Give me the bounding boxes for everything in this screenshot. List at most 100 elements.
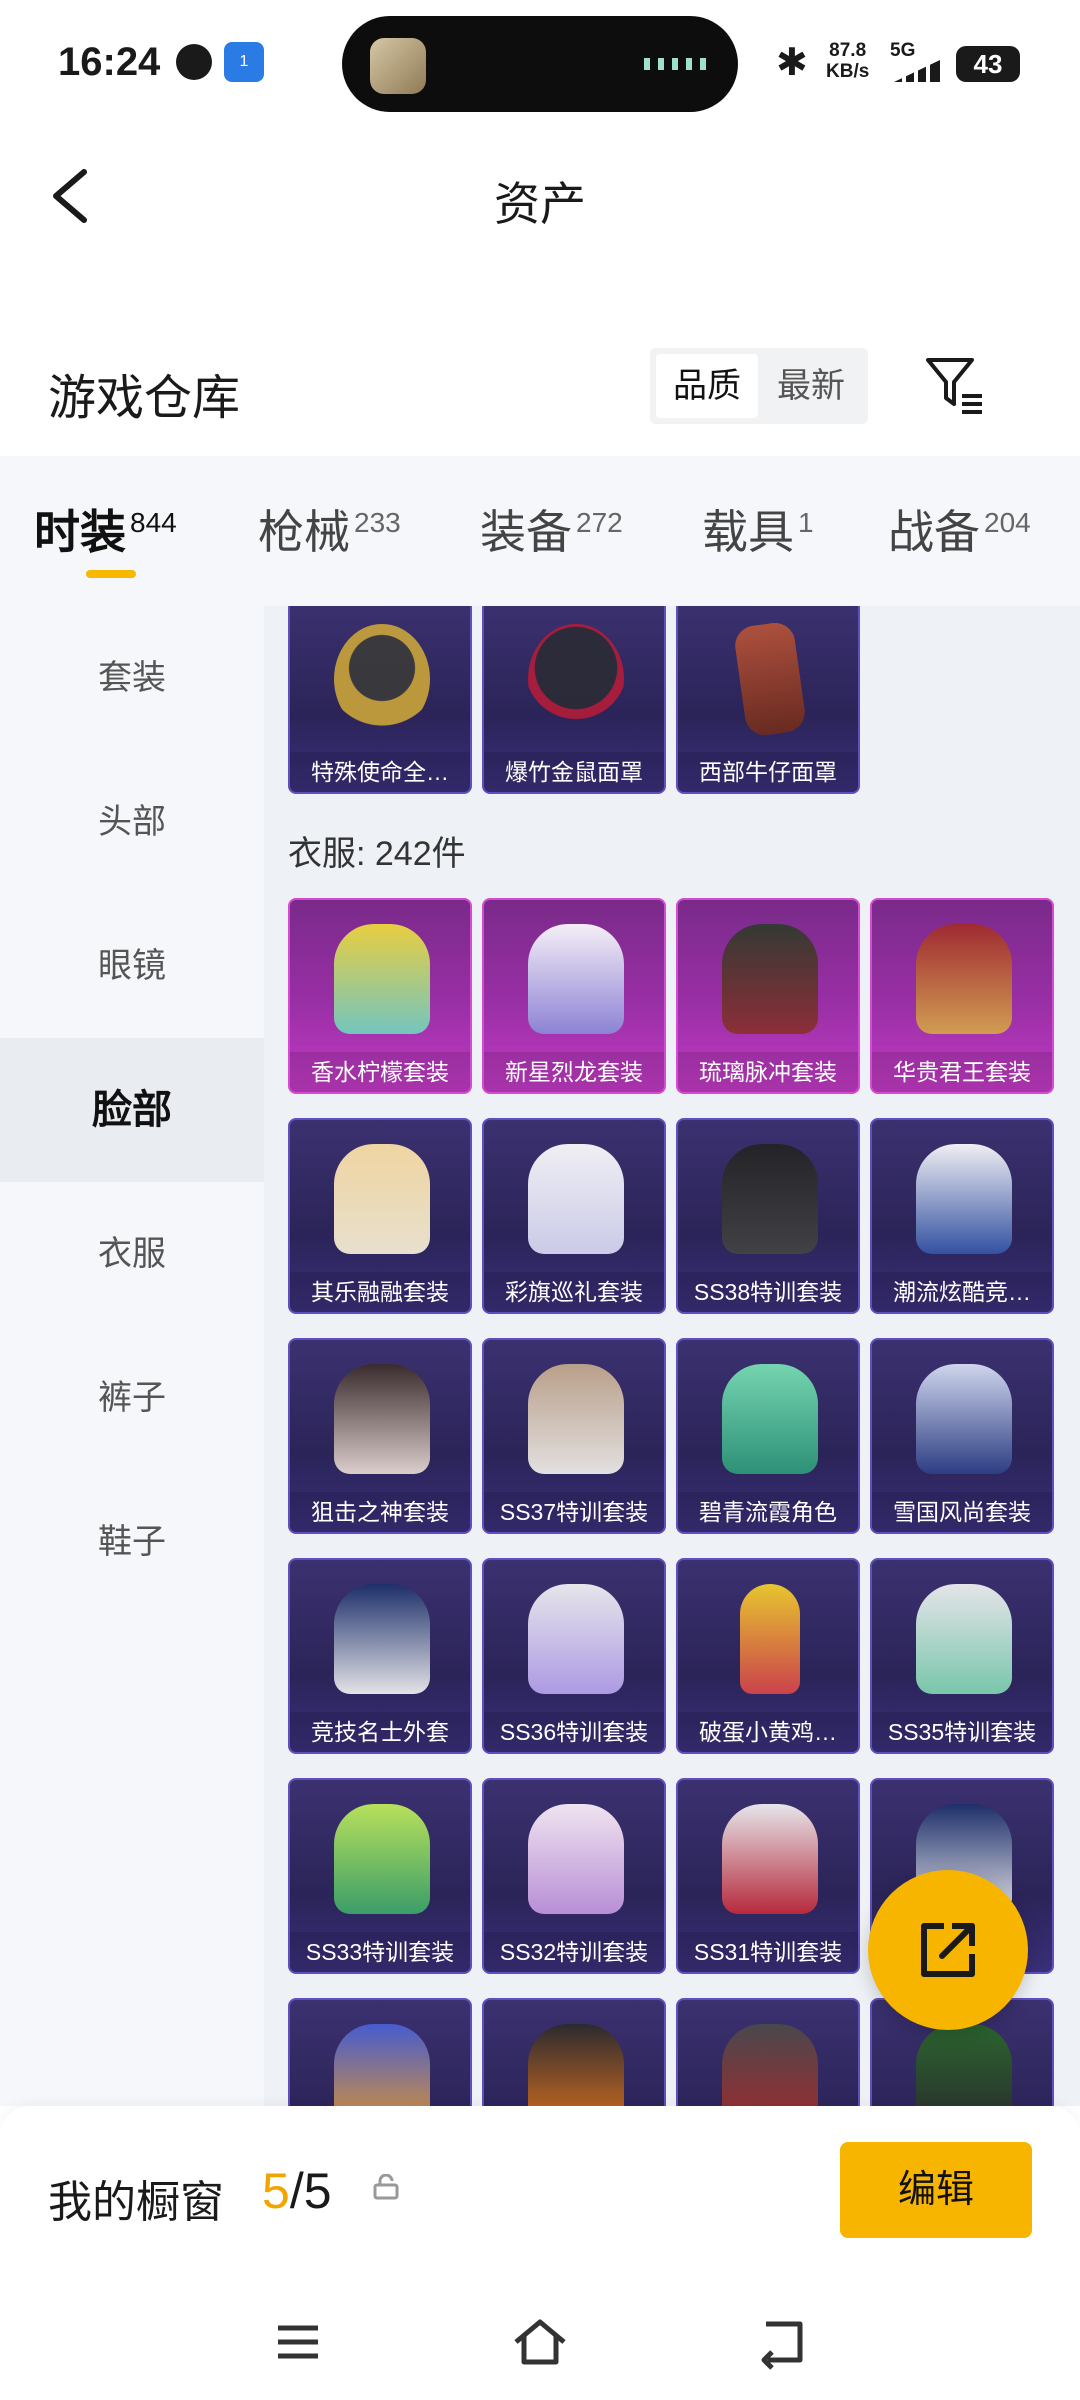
item-image <box>334 624 430 734</box>
category-tabs: 时装 844 枪械 233 装备 272 载具 1 战备 204 <box>0 456 1080 606</box>
sort-latest[interactable]: 最新 <box>760 354 862 418</box>
item-name: 华贵君王套装 <box>872 1052 1052 1092</box>
battery-indicator: 43 <box>956 46 1020 82</box>
sort-quality[interactable]: 品质 <box>656 354 758 418</box>
item-image <box>334 1584 430 1694</box>
clothing-item-card[interactable]: 琉璃脉冲套装 <box>676 898 860 1094</box>
sidebar-item-sets[interactable]: 套装 <box>0 606 264 750</box>
clothing-item-card[interactable]: 竞技名士外套 <box>288 1558 472 1754</box>
item-image <box>528 2024 624 2106</box>
network-type: 5G <box>890 40 916 61</box>
face-item-card[interactable]: 西部牛仔面罩 <box>676 606 860 794</box>
clothing-item-card[interactable]: 破蛋小黄鸡… <box>676 1558 860 1754</box>
globe-icon <box>176 44 212 80</box>
item-name: 爆竹金鼠面罩 <box>484 752 664 792</box>
menu-icon[interactable] <box>268 2314 328 2370</box>
clothing-item-card[interactable]: 雪国风尚套装 <box>870 1338 1054 1534</box>
system-nav-bar <box>0 2284 1080 2400</box>
clothing-item-card[interactable]: SS33特训套装 <box>288 1778 472 1974</box>
clothing-item-card[interactable]: 彩旗巡礼套装 <box>482 1118 666 1314</box>
item-name: SS37特训套装 <box>484 1492 664 1532</box>
signal-bars-icon <box>894 60 940 82</box>
clothing-item-card[interactable]: 潮流炫酷竞… <box>870 1118 1054 1314</box>
face-item-card[interactable]: 特殊使命全… <box>288 606 472 794</box>
clothing-item-card[interactable]: 其乐融融套装 <box>288 1118 472 1314</box>
clothing-item-card[interactable] <box>676 1998 860 2106</box>
clothing-item-card[interactable]: 华贵君王套装 <box>870 898 1054 1094</box>
showcase-count: 5/5 <box>262 2162 332 2220</box>
clothing-item-card[interactable]: SS31特训套装 <box>676 1778 860 1974</box>
sort-toggle: 品质 最新 <box>650 348 868 424</box>
clothing-item-card[interactable]: 狙击之神套装 <box>288 1338 472 1534</box>
net-speed: 87.8 KB/s <box>826 40 869 82</box>
status-time: 16:24 <box>58 40 161 84</box>
edit-button[interactable]: 编辑 <box>840 2142 1032 2238</box>
media-thumbnail <box>370 38 426 94</box>
tab-fashion[interactable]: 时装 844 <box>34 496 177 562</box>
item-name: 潮流炫酷竞… <box>872 1272 1052 1312</box>
net-speed-value: 87.8 <box>829 40 867 61</box>
tab-count: 844 <box>130 506 177 538</box>
dynamic-island[interactable] <box>342 16 738 112</box>
clothing-item-card[interactable]: 香水柠檬套装 <box>288 898 472 1094</box>
sidebar-item-clothes[interactable]: 衣服 <box>0 1182 264 1326</box>
sidebar-item-head[interactable]: 头部 <box>0 750 264 894</box>
item-image <box>916 1144 1012 1254</box>
filter-icon[interactable] <box>922 352 986 416</box>
clothing-item-card[interactable]: 碧青流霞角色 <box>676 1338 860 1534</box>
clothing-item-card[interactable]: SS35特训套装 <box>870 1558 1054 1754</box>
item-image <box>740 1584 800 1694</box>
clothing-item-card[interactable] <box>482 1998 666 2106</box>
item-image <box>916 1584 1012 1694</box>
back-nav-icon[interactable] <box>752 2314 812 2370</box>
net-speed-unit: KB/s <box>826 61 870 82</box>
tab-label: 载具 <box>702 506 794 558</box>
item-name: SS32特训套装 <box>484 1932 664 1972</box>
tab-tactical[interactable]: 战备 204 <box>888 496 1031 562</box>
item-image <box>916 924 1012 1034</box>
page-title: 资产 <box>494 178 586 230</box>
tab-label: 装备 <box>480 506 572 558</box>
item-image <box>334 1144 430 1254</box>
item-image <box>334 924 430 1034</box>
tab-guns[interactable]: 枪械 233 <box>258 496 401 562</box>
home-icon[interactable] <box>510 2314 570 2370</box>
sidebar-item-face[interactable]: 脸部 <box>0 1038 264 1182</box>
active-tab-indicator <box>86 570 136 578</box>
share-fab[interactable] <box>868 1870 1028 2030</box>
clothing-item-card[interactable]: SS36特训套装 <box>482 1558 666 1754</box>
clothing-item-card[interactable]: 新星烈龙套装 <box>482 898 666 1094</box>
tab-label: 枪械 <box>258 506 350 558</box>
item-image <box>722 1144 818 1254</box>
item-name: 碧青流霞角色 <box>678 1492 858 1532</box>
clothing-item-card[interactable]: SS32特训套装 <box>482 1778 666 1974</box>
item-name: 彩旗巡礼套装 <box>484 1272 664 1312</box>
item-name: SS38特训套装 <box>678 1272 858 1312</box>
sidebar-item-glasses[interactable]: 眼镜 <box>0 894 264 1038</box>
sidebar-item-pants[interactable]: 裤子 <box>0 1326 264 1470</box>
item-image <box>722 1364 818 1474</box>
face-item-card[interactable]: 爆竹金鼠面罩 <box>482 606 666 794</box>
item-image <box>528 1364 624 1474</box>
tab-vehicles[interactable]: 载具 1 <box>702 496 814 562</box>
item-image <box>722 924 818 1034</box>
showcase-total: /5 <box>289 2163 332 2219</box>
tab-equipment[interactable]: 装备 272 <box>480 496 623 562</box>
item-image <box>916 2024 1012 2106</box>
lock-icon <box>372 2173 400 2200</box>
item-name: 破蛋小黄鸡… <box>678 1712 858 1752</box>
item-image <box>334 1804 430 1914</box>
clothing-item-card[interactable]: SS37特训套装 <box>482 1338 666 1534</box>
item-name: 竞技名士外套 <box>290 1712 470 1752</box>
item-image <box>528 624 624 734</box>
item-image <box>528 1144 624 1254</box>
item-name: 新星烈龙套装 <box>484 1052 664 1092</box>
item-name: 雪国风尚套装 <box>872 1492 1052 1532</box>
warehouse-title: 游戏仓库 <box>48 372 241 425</box>
clothing-item-card[interactable] <box>288 1998 472 2106</box>
sidebar-item-shoes[interactable]: 鞋子 <box>0 1470 264 1614</box>
item-image <box>722 2024 818 2106</box>
showcase-bar: 我的橱窗 5/5 编辑 <box>0 2106 1080 2284</box>
showcase-label: 我的橱窗 <box>48 2178 224 2227</box>
clothing-item-card[interactable]: SS38特训套装 <box>676 1118 860 1314</box>
